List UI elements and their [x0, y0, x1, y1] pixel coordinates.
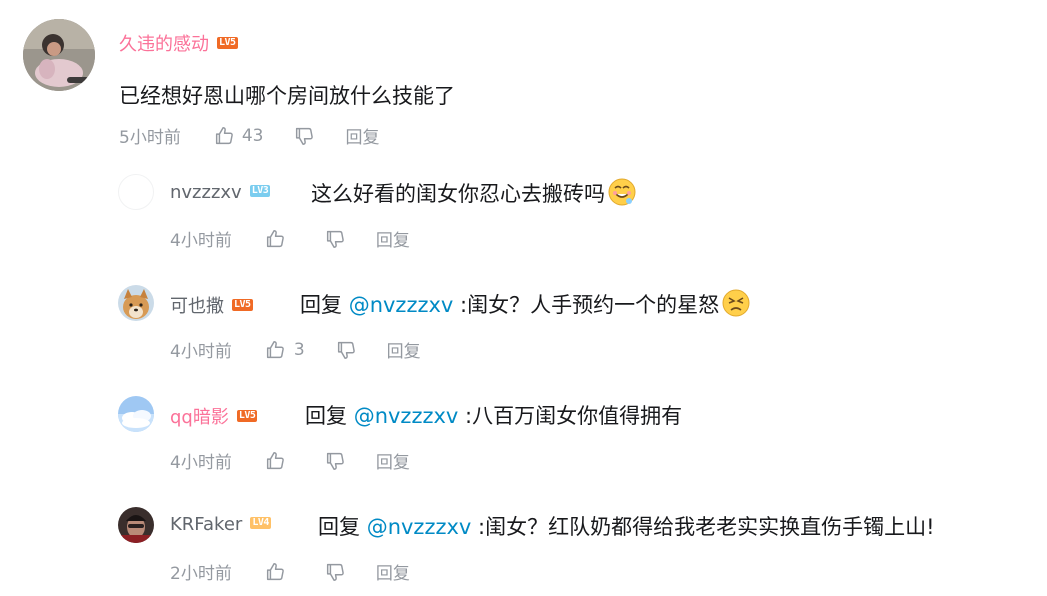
- username-text[interactable]: KRFaker: [170, 514, 242, 535]
- username[interactable]: 久违的感动 LV5: [119, 30, 238, 56]
- timestamp: 5小时前: [119, 128, 181, 148]
- level-badge: LV4: [250, 517, 271, 529]
- username[interactable]: KRFaker LV4: [170, 514, 271, 535]
- reply-button[interactable]: 回复: [345, 123, 379, 148]
- level-badge: LV5: [232, 299, 253, 311]
- thumbs-up-icon[interactable]: [264, 561, 286, 583]
- reply-content: 这么好看的闺女你忍心去搬砖吗: [311, 182, 605, 206]
- mention-link[interactable]: @nvzzzxv: [367, 515, 472, 539]
- thumbs-down-icon[interactable]: [335, 339, 357, 361]
- username-text[interactable]: 可也撒: [170, 296, 224, 317]
- reply-prefix: 回复: [318, 515, 367, 539]
- timestamp: 2小时前: [170, 564, 232, 584]
- thumbs-down-icon[interactable]: [324, 450, 346, 472]
- thumbs-down-icon[interactable]: [324, 561, 346, 583]
- reply-prefix: 回复: [300, 293, 349, 317]
- avatar[interactable]: [23, 19, 95, 91]
- username-text[interactable]: nvzzzxv: [170, 182, 242, 203]
- comment-text: 已经想好恩山哪个房间放什么技能了: [119, 84, 455, 108]
- avatar[interactable]: [118, 507, 154, 543]
- reply-text: 这么好看的闺女你忍心去搬砖吗: [311, 178, 637, 210]
- mention-link[interactable]: @nvzzzxv: [354, 404, 459, 428]
- thumbs-up-icon[interactable]: [264, 228, 286, 250]
- comment-meta: 5小时前 43 回复: [119, 123, 379, 149]
- avatar[interactable]: [118, 174, 154, 210]
- timestamp: 4小时前: [170, 231, 232, 251]
- reply-meta: 4小时前 回复: [170, 226, 410, 251]
- like-count: 43: [241, 125, 264, 146]
- like-count: 3: [293, 339, 305, 360]
- reply-prefix: 回复: [305, 404, 354, 428]
- reply-content: :八百万闺女你值得拥有: [458, 404, 683, 428]
- username[interactable]: qq暗影 LV5: [170, 403, 258, 429]
- reply-content: :闺女？红队奶都得给我老老实实换直伤手镯上山!: [471, 515, 935, 539]
- timestamp: 4小时前: [170, 342, 232, 362]
- avatar[interactable]: [118, 396, 154, 432]
- thumbs-up-icon[interactable]: [264, 450, 286, 472]
- username-text[interactable]: qq暗影: [170, 407, 229, 428]
- thumbs-up-icon[interactable]: [264, 339, 286, 361]
- level-badge: LV3: [249, 185, 271, 197]
- level-badge: LV5: [217, 37, 238, 49]
- reply-text: 回复 @nvzzzxv :闺女？红队奶都得给我老老实实换直伤手镯上山!: [318, 511, 935, 541]
- reply-content: :闺女？人手预约一个的星怒: [453, 293, 720, 317]
- mention-link[interactable]: @nvzzzxv: [349, 293, 454, 317]
- thumbs-down-icon[interactable]: [293, 125, 315, 147]
- username[interactable]: 可也撒 LV5: [170, 292, 253, 318]
- username[interactable]: nvzzzxv LV3: [170, 182, 271, 203]
- timestamp: 4小时前: [170, 453, 232, 473]
- reply-button[interactable]: 回复: [387, 337, 421, 362]
- persevering-face-icon: [721, 288, 751, 318]
- drooling-face-icon: [607, 177, 637, 207]
- thumbs-down-icon[interactable]: [324, 228, 346, 250]
- reply-button[interactable]: 回复: [376, 226, 410, 251]
- avatar[interactable]: [118, 285, 154, 321]
- thumbs-up-icon[interactable]: [213, 125, 235, 147]
- reply-meta: 2小时前 回复: [170, 559, 410, 584]
- reply-button[interactable]: 回复: [376, 559, 410, 584]
- reply-button[interactable]: 回复: [376, 448, 410, 473]
- reply-meta: 4小时前 3 回复: [170, 337, 421, 363]
- level-badge: LV5: [236, 410, 258, 422]
- username-text[interactable]: 久违的感动: [119, 34, 209, 55]
- reply-text: 回复 @nvzzzxv :闺女？人手预约一个的星怒: [300, 289, 751, 321]
- reply-text: 回复 @nvzzzxv :八百万闺女你值得拥有: [305, 400, 682, 430]
- reply-meta: 4小时前 回复: [170, 448, 410, 473]
